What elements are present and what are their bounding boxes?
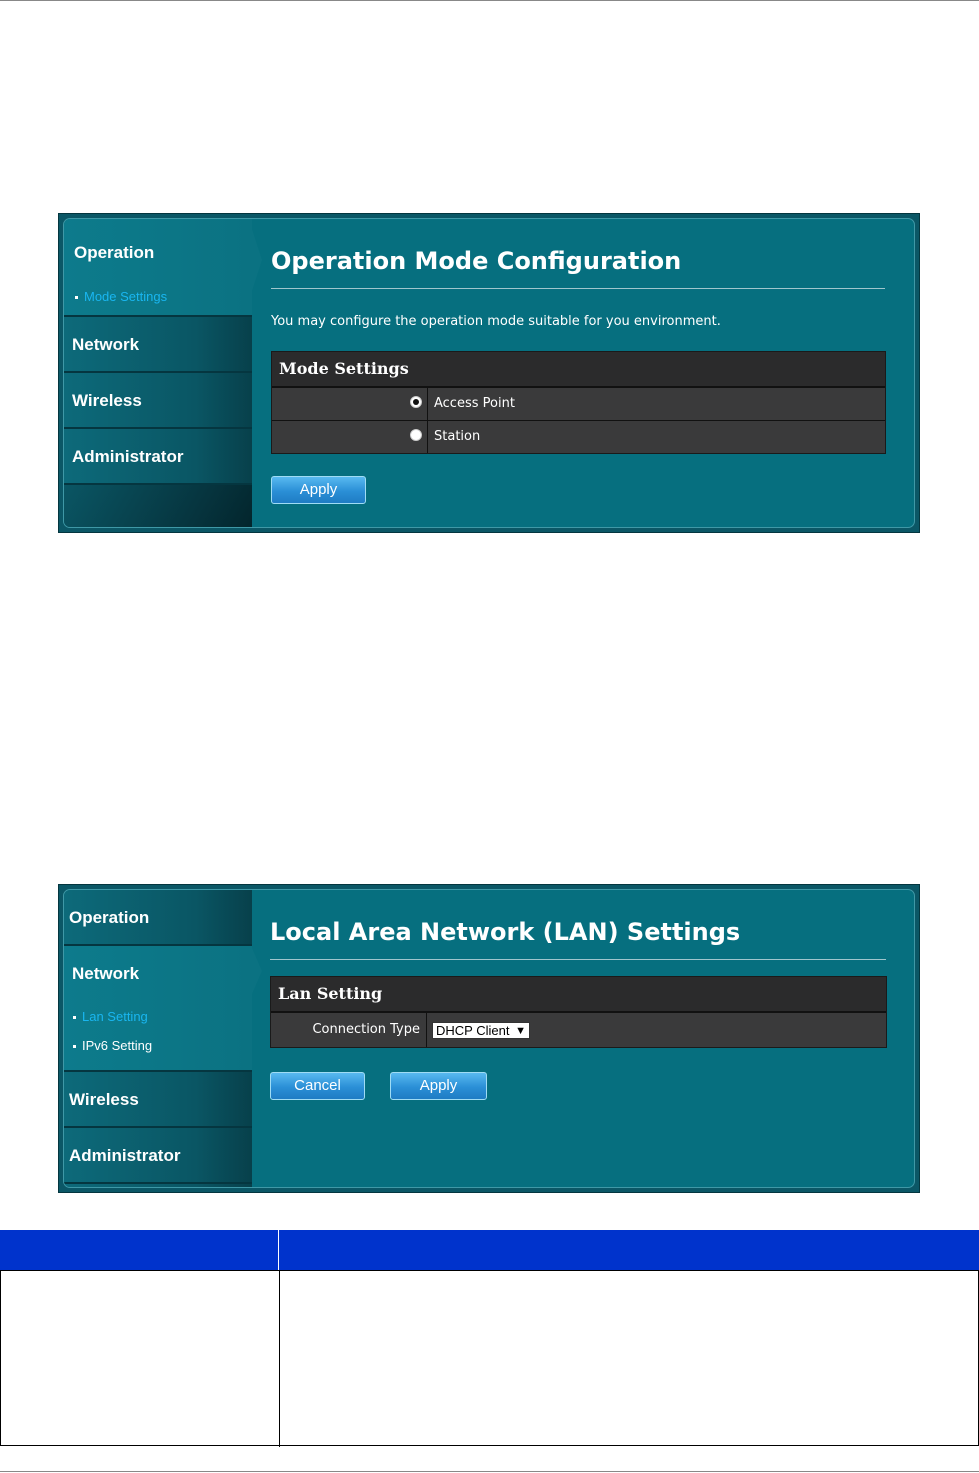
- sidebar-item-network[interactable]: Network: [64, 317, 252, 373]
- label-cell: Station: [428, 421, 885, 453]
- option-row-station[interactable]: Station: [272, 420, 885, 453]
- sidebar-item-label: Operation: [69, 908, 150, 927]
- sidebar-subitem-mode-settings[interactable]: Mode Settings: [75, 289, 167, 304]
- bullet-icon: [75, 296, 78, 300]
- sidebar-item-label: Network: [72, 335, 140, 354]
- page-description: You may configure the operation mode sui…: [271, 314, 721, 329]
- sidebar-item-administrator[interactable]: Administrator: [64, 429, 252, 485]
- radio-cell: [272, 421, 428, 453]
- section-header: Lan Setting: [271, 977, 886, 1012]
- sidebar-item-label: Administrator: [72, 447, 184, 466]
- table-row: [0, 1270, 979, 1447]
- option-label: Station: [434, 429, 481, 444]
- chevron-down-icon: ▼: [515, 1025, 526, 1037]
- sidebar-item-network[interactable]: Network Lan Setting IPv6 Setting: [64, 946, 252, 1072]
- router-ui-frame: Operation Network Lan Setting IPv6 Setti…: [63, 889, 915, 1188]
- bullet-icon: [73, 1045, 76, 1049]
- sidebar: Operation Network Lan Setting IPv6 Setti…: [64, 890, 252, 1187]
- sidebar-item-label: Wireless: [69, 1090, 139, 1109]
- apply-button[interactable]: Apply: [271, 476, 366, 504]
- radio-icon[interactable]: [410, 429, 422, 441]
- operation-mode-screenshot: Operation Mode Settings Network Wireless…: [58, 213, 920, 533]
- sidebar: Operation Mode Settings Network Wireless…: [64, 219, 252, 527]
- connection-type-row: Connection Type DHCP Client ▼: [271, 1012, 886, 1047]
- router-ui-frame: Operation Mode Settings Network Wireless…: [63, 218, 915, 528]
- main-content: Operation Mode Configuration You may con…: [260, 219, 914, 527]
- page-top-rule: [0, 0, 979, 1]
- header-divider: [278, 1230, 279, 1270]
- table-header: [0, 1230, 979, 1270]
- label-cell: Access Point: [428, 388, 885, 420]
- field-label-cell: Connection Type: [271, 1013, 427, 1047]
- sidebar-subitem-ipv6-setting[interactable]: IPv6 Setting: [73, 1038, 152, 1053]
- sidebar-item-operation[interactable]: Operation Mode Settings: [64, 219, 252, 317]
- page-title: Operation Mode Configuration: [271, 247, 682, 275]
- sidebar-item-label: Network: [72, 964, 140, 983]
- connection-type-label: Connection Type: [312, 1022, 420, 1037]
- column-divider: [279, 1271, 280, 1447]
- main-content: Local Area Network (LAN) Settings Lan Se…: [260, 890, 914, 1187]
- section-header: Mode Settings: [272, 352, 885, 387]
- apply-button[interactable]: Apply: [390, 1072, 487, 1100]
- connection-type-select[interactable]: DHCP Client ▼: [432, 1022, 530, 1039]
- field-value-cell: DHCP Client ▼: [427, 1013, 886, 1047]
- radio-cell: [272, 388, 428, 420]
- page-title: Local Area Network (LAN) Settings: [270, 918, 741, 946]
- bullet-icon: [73, 1016, 76, 1020]
- sidebar-subitem-lan-setting[interactable]: Lan Setting: [73, 1009, 148, 1024]
- option-row-access-point[interactable]: Access Point: [272, 387, 885, 420]
- lan-setting-table: Lan Setting Connection Type DHCP Client ▼: [270, 976, 887, 1048]
- sidebar-item-wireless[interactable]: Wireless: [64, 373, 252, 429]
- option-label: Access Point: [434, 396, 515, 411]
- cancel-button[interactable]: Cancel: [270, 1072, 365, 1100]
- mode-settings-table: Mode Settings Access Point Station: [271, 351, 886, 454]
- sidebar-item-label: Operation: [74, 243, 155, 262]
- radio-icon[interactable]: [410, 396, 422, 408]
- title-divider: [271, 288, 885, 289]
- page-bottom-rule: [0, 1471, 979, 1472]
- sidebar-item-wireless[interactable]: Wireless: [64, 1072, 252, 1128]
- sidebar-item-administrator[interactable]: Administrator: [64, 1128, 252, 1184]
- sidebar-item-label: Wireless: [72, 391, 142, 410]
- document-table: [0, 1230, 979, 1447]
- sidebar-item-label: Administrator: [69, 1146, 181, 1165]
- lan-settings-screenshot: Operation Network Lan Setting IPv6 Setti…: [58, 884, 920, 1193]
- sidebar-filler: [64, 485, 252, 527]
- title-divider: [270, 959, 886, 960]
- sidebar-item-operation[interactable]: Operation: [64, 890, 252, 946]
